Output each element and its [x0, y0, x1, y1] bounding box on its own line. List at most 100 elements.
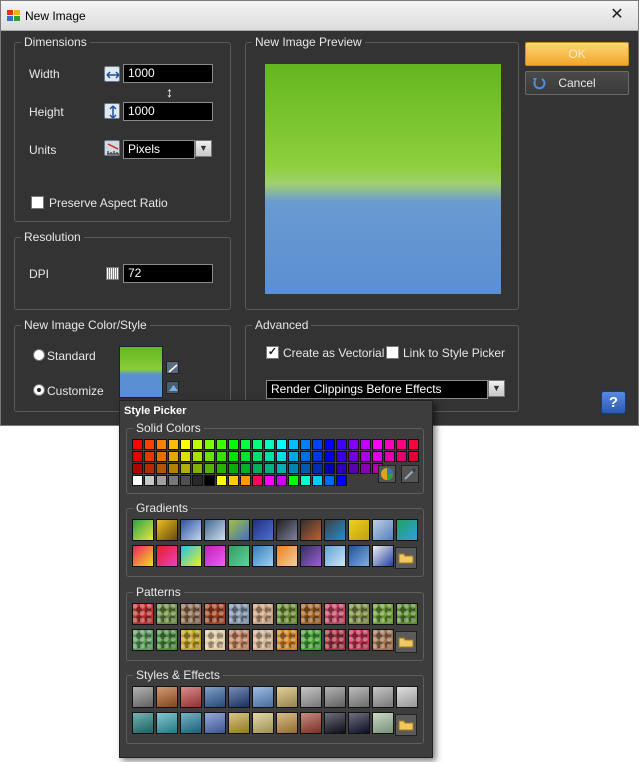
style-tile[interactable]: [228, 712, 250, 734]
color-swatch[interactable]: [156, 439, 167, 450]
color-swatch[interactable]: [324, 475, 335, 486]
color-swatch[interactable]: [408, 439, 419, 450]
color-swatch[interactable]: [336, 475, 347, 486]
style-tile[interactable]: [156, 686, 178, 708]
gradient-tile[interactable]: [372, 519, 394, 541]
pattern-tile[interactable]: [324, 629, 346, 651]
color-swatch[interactable]: [228, 475, 239, 486]
style-tile[interactable]: [372, 686, 394, 708]
preserve-aspect-checkbox[interactable]: [31, 196, 44, 209]
color-swatch[interactable]: [204, 439, 215, 450]
color-swatch[interactable]: [396, 451, 407, 462]
color-swatch[interactable]: [276, 451, 287, 462]
style-tile[interactable]: [396, 686, 418, 708]
pattern-tile[interactable]: [372, 603, 394, 625]
gradient-tile[interactable]: [300, 545, 322, 567]
color-swatch[interactable]: [264, 463, 275, 474]
units-select[interactable]: Pixels: [123, 140, 195, 159]
color-swatch[interactable]: [300, 463, 311, 474]
style-tile[interactable]: [276, 686, 298, 708]
color-swatch[interactable]: [168, 451, 179, 462]
gradient-tile[interactable]: [324, 519, 346, 541]
gradient-tile[interactable]: [372, 545, 394, 567]
color-swatch[interactable]: [336, 463, 347, 474]
pattern-tile[interactable]: [180, 629, 202, 651]
color-swatch[interactable]: [252, 439, 263, 450]
color-swatch[interactable]: [168, 463, 179, 474]
style-tile[interactable]: [348, 686, 370, 708]
color-swatch[interactable]: [360, 439, 371, 450]
color-swatch[interactable]: [156, 463, 167, 474]
color-swatch[interactable]: [312, 451, 323, 462]
color-swatch[interactable]: [156, 451, 167, 462]
color-swatch[interactable]: [264, 439, 275, 450]
color-swatch[interactable]: [240, 451, 251, 462]
color-swatch[interactable]: [348, 451, 359, 462]
style-tile[interactable]: [276, 712, 298, 734]
color-swatch[interactable]: [300, 475, 311, 486]
gradient-tile[interactable]: [180, 519, 202, 541]
color-swatch[interactable]: [192, 463, 203, 474]
color-swatch[interactable]: [348, 463, 359, 474]
width-input[interactable]: 1000: [123, 64, 213, 83]
gradient-tile[interactable]: [276, 545, 298, 567]
customize-radio[interactable]: [33, 384, 45, 396]
color-swatch[interactable]: [252, 451, 263, 462]
styles-folder-icon[interactable]: [395, 714, 417, 736]
pattern-tile[interactable]: [252, 629, 274, 651]
color-swatch[interactable]: [168, 439, 179, 450]
gradient-tile[interactable]: [204, 519, 226, 541]
gradients-folder-icon[interactable]: [395, 547, 417, 569]
color-swatch[interactable]: [132, 475, 143, 486]
color-swatch[interactable]: [336, 451, 347, 462]
gradient-tile[interactable]: [348, 545, 370, 567]
pattern-tile[interactable]: [276, 603, 298, 625]
color-swatch[interactable]: [312, 439, 323, 450]
gradient-tile[interactable]: [348, 519, 370, 541]
standard-radio[interactable]: [33, 349, 45, 361]
ok-button[interactable]: OK: [525, 42, 629, 66]
pattern-tile[interactable]: [204, 603, 226, 625]
color-swatch[interactable]: [204, 451, 215, 462]
color-swatch[interactable]: [372, 451, 383, 462]
color-swatch[interactable]: [288, 451, 299, 462]
color-swatch[interactable]: [324, 463, 335, 474]
gradient-tile[interactable]: [324, 545, 346, 567]
color-swatch[interactable]: [192, 451, 203, 462]
color-swatch[interactable]: [264, 475, 275, 486]
pattern-tile[interactable]: [132, 603, 154, 625]
gradient-tile[interactable]: [252, 519, 274, 541]
pattern-tile[interactable]: [156, 603, 178, 625]
color-swatch[interactable]: [276, 463, 287, 474]
style-tile[interactable]: [348, 712, 370, 734]
dpi-input[interactable]: 72: [123, 264, 213, 283]
color-swatch[interactable]: [204, 463, 215, 474]
color-swatch[interactable]: [300, 439, 311, 450]
style-tile[interactable]: [132, 712, 154, 734]
color-swatch[interactable]: [180, 439, 191, 450]
color-swatch[interactable]: [324, 439, 335, 450]
style-tile[interactable]: [324, 712, 346, 734]
color-swatch[interactable]: [324, 451, 335, 462]
gradient-tile[interactable]: [132, 519, 154, 541]
color-swatch[interactable]: [144, 439, 155, 450]
color-swatch[interactable]: [396, 439, 407, 450]
color-swatch[interactable]: [288, 439, 299, 450]
pattern-tile[interactable]: [132, 629, 154, 651]
pattern-tile[interactable]: [276, 629, 298, 651]
style-edit-icon[interactable]: [166, 361, 179, 374]
color-swatch[interactable]: [192, 439, 203, 450]
color-swatch[interactable]: [144, 475, 155, 486]
color-swatch[interactable]: [312, 463, 323, 474]
pattern-tile[interactable]: [372, 629, 394, 651]
color-swatch[interactable]: [228, 463, 239, 474]
color-swatch[interactable]: [240, 463, 251, 474]
color-swatch[interactable]: [216, 451, 227, 462]
style-tile[interactable]: [300, 712, 322, 734]
gradient-tile[interactable]: [300, 519, 322, 541]
color-swatch[interactable]: [348, 439, 359, 450]
color-swatch[interactable]: [204, 475, 215, 486]
help-button[interactable]: ?: [601, 391, 626, 414]
gradient-tile[interactable]: [228, 519, 250, 541]
pattern-tile[interactable]: [324, 603, 346, 625]
